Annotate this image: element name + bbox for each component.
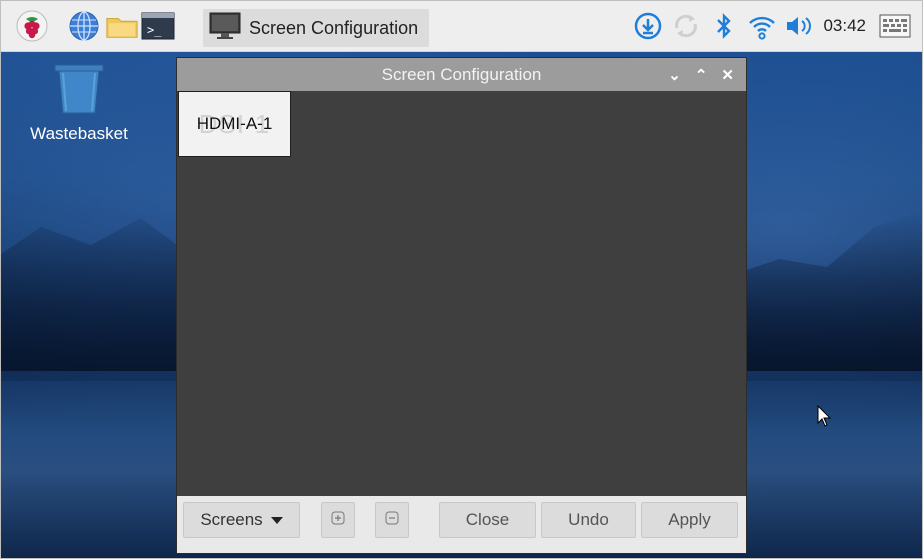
zoom-out-icon (385, 510, 399, 530)
close-button[interactable]: Close (439, 502, 536, 538)
volume-icon[interactable] (781, 6, 819, 46)
monitor-label: HDMI-A-1 (196, 114, 273, 133)
file-manager-icon[interactable] (105, 9, 139, 43)
zoom-out-button[interactable] (375, 502, 409, 538)
window-button-bar: Screens Close Undo Apply (177, 496, 746, 553)
bluetooth-icon[interactable] (705, 6, 743, 46)
chevron-down-icon (270, 516, 283, 524)
raspberry-menu-icon[interactable] (15, 9, 49, 43)
layout-canvas[interactable]: DSI-1 HDMI-A-1 (177, 91, 746, 496)
screens-menu-button[interactable]: Screens (183, 502, 300, 538)
wastebasket-label: Wastebasket (30, 124, 128, 143)
updates-download-icon[interactable] (629, 6, 667, 46)
svg-text:>_: >_ (147, 23, 162, 37)
monitor-icon (209, 11, 241, 46)
taskbar-task-screen-configuration[interactable]: Screen Configuration (203, 9, 429, 47)
web-browser-icon[interactable] (67, 9, 101, 43)
screen-configuration-window: Screen Configuration ⌄ ⌃ ✕ DSI-1 HDMI-A-… (177, 58, 746, 553)
screen: >_ Screen Configuration 03:42 Wastebaske… (0, 0, 923, 559)
close-button-label: Close (465, 510, 510, 529)
wastebasket-icon (53, 64, 105, 119)
system-tray: 03:42 (629, 1, 922, 51)
screens-button-label: Screens (200, 510, 263, 529)
sync-icon[interactable] (667, 6, 705, 46)
maximize-icon[interactable]: ⌃ (695, 66, 708, 84)
window-titlebar[interactable]: Screen Configuration ⌄ ⌃ ✕ (177, 58, 746, 91)
undo-button[interactable]: Undo (541, 502, 636, 538)
mouse-pointer-icon (817, 404, 833, 434)
apply-button[interactable]: Apply (641, 502, 738, 538)
close-icon[interactable]: ✕ (721, 66, 734, 84)
zoom-in-icon (331, 510, 345, 530)
apply-button-label: Apply (668, 510, 711, 529)
terminal-icon[interactable]: >_ (141, 9, 175, 43)
monitor-tile-hdmi-a-1[interactable]: DSI-1 HDMI-A-1 (178, 91, 291, 157)
virtual-keyboard-icon[interactable] (876, 6, 914, 46)
undo-button-label: Undo (568, 510, 609, 529)
wallpaper-hill-left (1, 218, 201, 371)
window-title: Screen Configuration (381, 64, 542, 84)
clock[interactable]: 03:42 (823, 16, 866, 36)
window-controls: ⌄ ⌃ ✕ (668, 58, 734, 91)
zoom-in-button[interactable] (321, 502, 355, 538)
minimize-icon[interactable]: ⌄ (668, 66, 681, 84)
desktop-icon-wastebasket[interactable]: Wastebasket (19, 63, 139, 144)
taskbar-task-label: Screen Configuration (249, 17, 419, 38)
taskbar: >_ Screen Configuration 03:42 (1, 1, 922, 52)
wallpaper-hill-right (732, 211, 922, 371)
wifi-icon[interactable] (743, 6, 781, 46)
